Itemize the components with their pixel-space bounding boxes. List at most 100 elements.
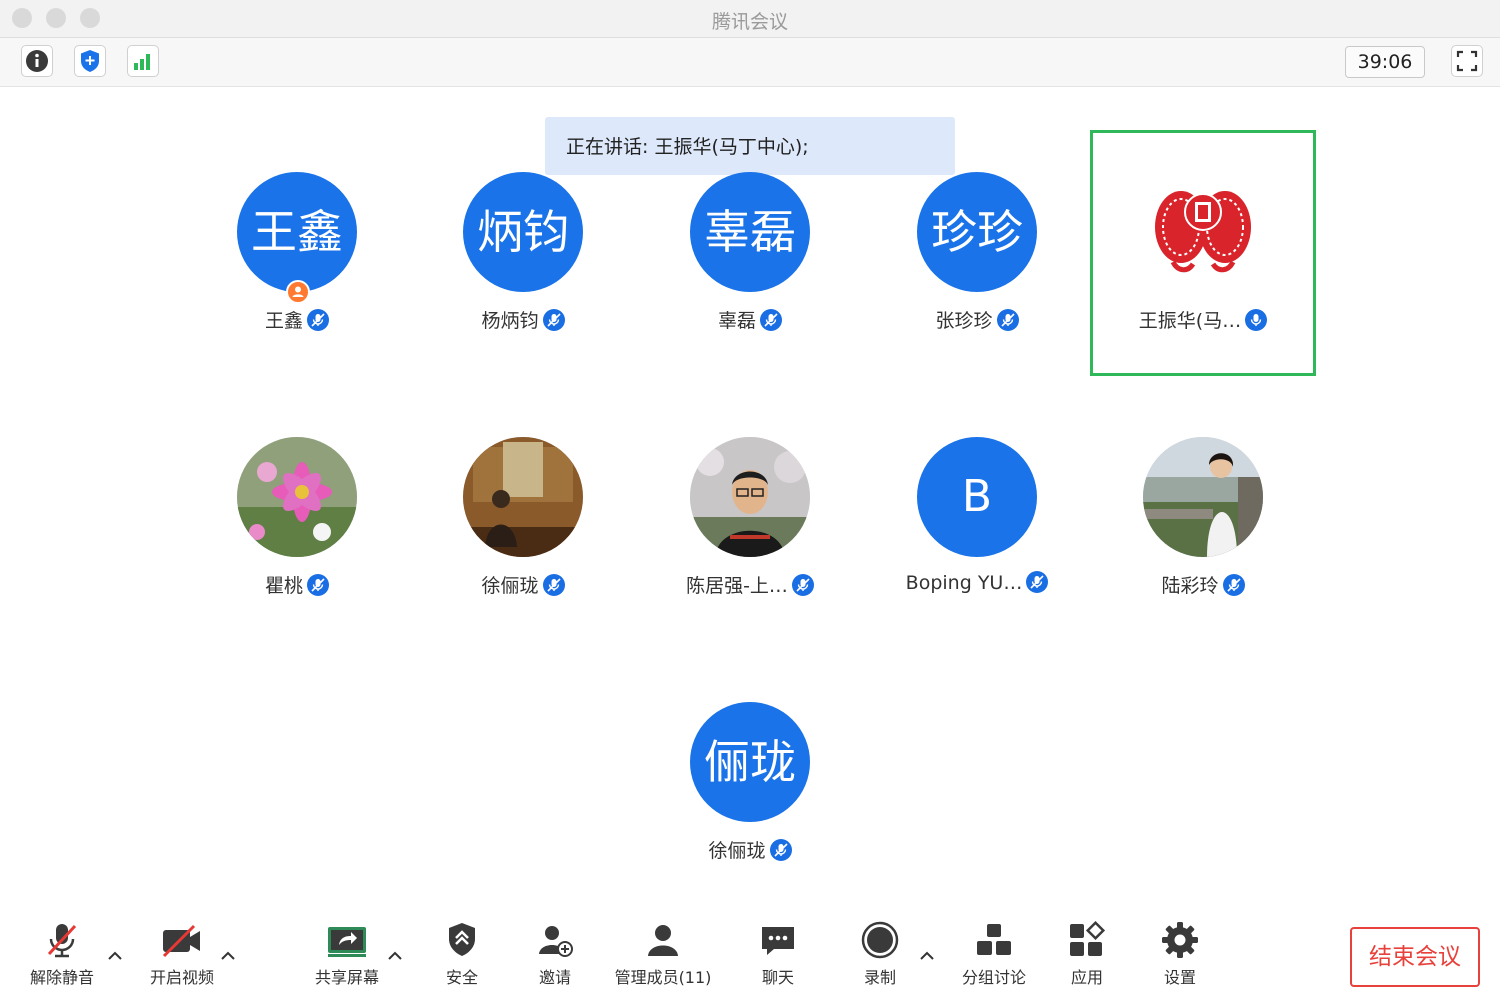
manage-members-label: 管理成员(11): [614, 968, 712, 987]
mic-muted-icon: [1222, 574, 1245, 596]
participant-name: 王振华(马…: [1138, 310, 1242, 332]
share-screen-button[interactable]: 共享屏幕: [311, 920, 383, 988]
participant-name: Boping YU…: [905, 572, 1023, 594]
host-badge-icon: [286, 280, 310, 304]
mic-muted-icon: [1026, 571, 1049, 593]
participant-name-line: 王振华(马…: [1090, 306, 1316, 333]
chat-label: 聊天: [761, 968, 794, 987]
participant-name-line: 陈居强-上…: [637, 571, 863, 598]
share-screen-icon: [328, 927, 366, 957]
record-button[interactable]: 录制: [858, 920, 902, 988]
invite-button[interactable]: 邀请: [533, 920, 577, 988]
participant-name-line: 瞿桃: [184, 571, 410, 598]
breakout-rooms-button[interactable]: 分组讨论: [958, 920, 1030, 988]
record-icon: [861, 921, 899, 959]
members-icon: [648, 925, 678, 956]
info-icon: [26, 50, 48, 72]
avatar-papercut-image: [1143, 172, 1263, 292]
participant-name: 杨炳钧: [481, 310, 539, 332]
chat-button[interactable]: 聊天: [756, 920, 800, 988]
apps-label: 应用: [1070, 968, 1103, 987]
network-status-button[interactable]: [127, 45, 159, 77]
participant-name: 瞿桃: [264, 575, 303, 597]
participant-name-line: 王鑫: [184, 306, 410, 333]
record-options-caret-icon[interactable]: [918, 947, 936, 965]
security-label: 安全: [445, 968, 478, 987]
avatar: B: [917, 437, 1037, 557]
participant-name-line: 徐俪珑: [410, 571, 636, 598]
title-bar: 腾讯会议: [0, 0, 1500, 38]
mic-muted-icon: [542, 574, 565, 596]
participant-name: 张珍珍: [935, 310, 993, 332]
avatar: 辜磊: [690, 172, 810, 292]
video-options-caret-icon[interactable]: [219, 947, 237, 965]
meeting-info-button[interactable]: [21, 45, 53, 77]
mic-muted-icon: [307, 309, 329, 331]
mic-muted-icon: [760, 309, 782, 331]
mic-muted-icon: [307, 574, 329, 596]
manage-members-button[interactable]: 管理成员(11): [613, 920, 713, 988]
participant-tile[interactable]: B Boping YU…: [864, 395, 1090, 641]
participant-name-line: 陆彩玲: [1090, 571, 1316, 598]
control-bar: 解除静音 开启视频 共享屏幕 安全 邀请 管理成员(11) 聊天 录制 分组讨论…: [0, 905, 1500, 1000]
start-video-button[interactable]: 开启视频: [146, 920, 218, 988]
participant-name: 徐俪珑: [481, 575, 539, 597]
participant-tile[interactable]: 俪珑 徐俪珑: [637, 660, 863, 906]
settings-button[interactable]: 设置: [1158, 920, 1202, 988]
mic-muted-icon: [791, 574, 814, 596]
mic-muted-icon: [996, 309, 1019, 331]
participant-name-line: 辜磊: [637, 306, 863, 333]
signal-bars-icon: [134, 54, 150, 70]
mic-off-icon: [47, 924, 77, 958]
participant-name: 陆彩玲: [1161, 575, 1219, 597]
avatar: 炳钧: [463, 172, 583, 292]
participant-tile[interactable]: 陈居强-上…: [637, 395, 863, 641]
gear-icon: [1162, 922, 1198, 958]
participant-name: 徐俪珑: [708, 840, 766, 862]
participant-name-line: 徐俪珑: [637, 836, 863, 863]
apps-button[interactable]: 应用: [1065, 920, 1109, 988]
meeting-toolbar: 39:06: [0, 38, 1500, 87]
participant-tile[interactable]: 瞿桃: [184, 395, 410, 641]
shield-icon: [81, 50, 99, 72]
share-options-caret-icon[interactable]: [386, 947, 404, 965]
participant-name: 陈居强-上…: [686, 575, 788, 597]
audio-options-caret-icon[interactable]: [106, 947, 124, 965]
apps-grid-icon: [1070, 920, 1106, 956]
participant-tile[interactable]: 珍珍 张珍珍: [864, 130, 1090, 376]
participant-tile[interactable]: 炳钧 杨炳钧: [410, 130, 636, 376]
avatar: 俪珑: [690, 702, 810, 822]
share-screen-label: 共享屏幕: [314, 968, 379, 987]
settings-label: 设置: [1163, 968, 1196, 987]
record-label: 录制: [863, 968, 896, 987]
participant-name-line: 杨炳钧: [410, 306, 636, 333]
unmute-button[interactable]: 解除静音: [26, 920, 98, 988]
breakout-rooms-icon: [977, 924, 1011, 955]
avatar-woman-photo: [1143, 437, 1263, 557]
security-status-button[interactable]: [74, 45, 106, 77]
participant-tile[interactable]: 辜磊 辜磊: [637, 130, 863, 376]
breakout-rooms-label: 分组讨论: [961, 968, 1026, 987]
avatar-flower-photo: [237, 437, 357, 557]
participant-name-line: 张珍珍: [864, 306, 1090, 333]
participant-tile[interactable]: 王鑫 王鑫: [184, 130, 410, 376]
mic-muted-icon: [542, 309, 565, 331]
security-button[interactable]: 安全: [440, 920, 484, 988]
avatar: 王鑫: [237, 172, 357, 292]
participant-tile-active-speaker[interactable]: 王振华(马…: [1090, 130, 1316, 376]
unmute-label: 解除静音: [29, 968, 94, 987]
start-video-label: 开启视频: [149, 968, 214, 987]
participant-tile[interactable]: 徐俪珑: [410, 395, 636, 641]
fullscreen-icon: [1456, 50, 1478, 72]
mic-active-icon: [1245, 309, 1268, 331]
security-shield-icon: [449, 923, 475, 956]
avatar: 珍珍: [917, 172, 1037, 292]
window-title: 腾讯会议: [711, 11, 788, 33]
chat-bubble-icon: [762, 927, 794, 955]
participant-tile[interactable]: 陆彩玲: [1090, 395, 1316, 641]
participant-name-line: Boping YU…: [864, 571, 1090, 594]
fullscreen-button[interactable]: [1451, 45, 1483, 77]
avatar-library-photo: [463, 437, 583, 557]
mic-muted-icon: [769, 839, 792, 861]
end-meeting-button[interactable]: 结束会议: [1350, 927, 1480, 987]
